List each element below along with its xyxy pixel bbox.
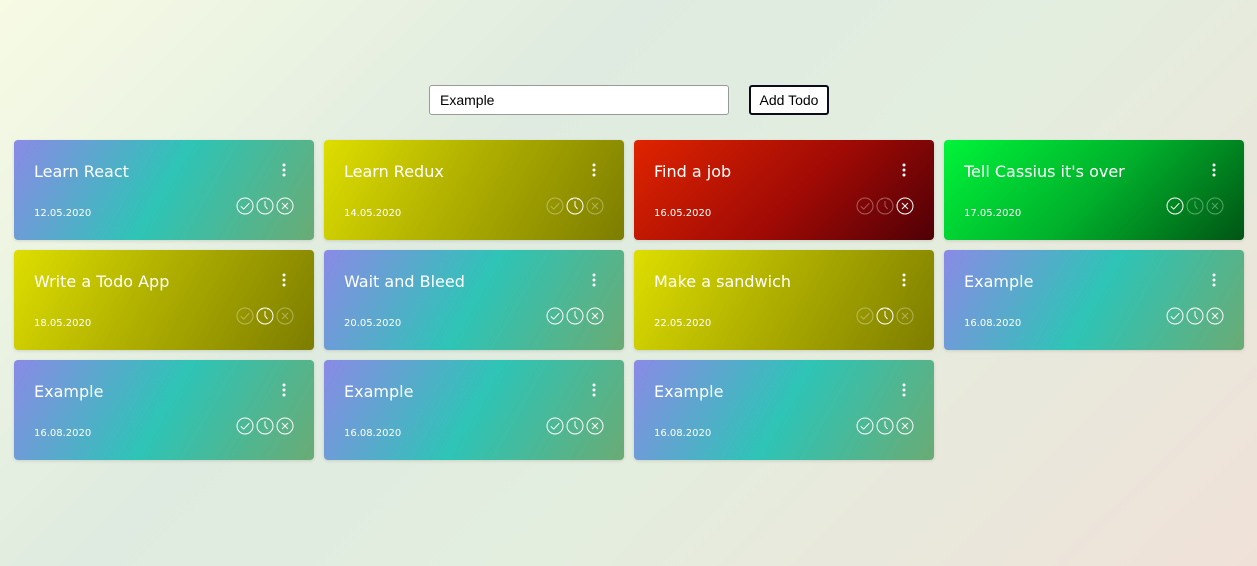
close-circle-icon[interactable]: [585, 306, 605, 326]
check-circle-icon[interactable]: [235, 306, 255, 326]
check-circle-icon[interactable]: [235, 196, 255, 216]
todo-card: Make a sandwich 22.05.2020: [634, 250, 934, 350]
todo-card: Wait and Bleed 20.05.2020: [324, 250, 624, 350]
close-circle-icon[interactable]: [1205, 196, 1225, 216]
close-circle-icon[interactable]: [275, 306, 295, 326]
clock-icon[interactable]: [875, 306, 895, 326]
clock-icon[interactable]: [255, 306, 275, 326]
add-todo-bar: Add Todo: [429, 85, 829, 115]
todo-actions: [545, 196, 605, 216]
todo-card: Example 16.08.2020: [634, 360, 934, 460]
more-options-icon[interactable]: [589, 382, 599, 398]
todo-actions: [235, 416, 295, 436]
todo-actions: [855, 196, 915, 216]
todo-title: Example: [344, 382, 414, 401]
todo-title: Learn React: [34, 162, 129, 181]
todo-actions: [545, 416, 605, 436]
todo-card: Find a job 16.05.2020: [634, 140, 934, 240]
more-options-icon[interactable]: [279, 162, 289, 178]
todo-date: 18.05.2020: [34, 318, 92, 329]
more-options-icon[interactable]: [899, 162, 909, 178]
todo-card: Example 16.08.2020: [324, 360, 624, 460]
todo-actions: [545, 306, 605, 326]
check-circle-icon[interactable]: [1165, 306, 1185, 326]
check-circle-icon[interactable]: [235, 416, 255, 436]
todo-date: 16.05.2020: [654, 208, 712, 219]
more-options-icon[interactable]: [899, 272, 909, 288]
todo-actions: [855, 306, 915, 326]
clock-icon[interactable]: [1185, 196, 1205, 216]
todo-title: Learn Redux: [344, 162, 444, 181]
close-circle-icon[interactable]: [275, 416, 295, 436]
todo-date: 12.05.2020: [34, 208, 92, 219]
todo-date: 16.08.2020: [964, 318, 1022, 329]
todo-date: 16.08.2020: [654, 428, 712, 439]
close-circle-icon[interactable]: [275, 196, 295, 216]
todo-actions: [235, 196, 295, 216]
more-options-icon[interactable]: [1209, 272, 1219, 288]
todo-input[interactable]: [429, 85, 729, 115]
todo-title: Wait and Bleed: [344, 272, 465, 291]
todo-actions: [1165, 306, 1225, 326]
todo-card: Tell Cassius it's over 17.05.2020: [944, 140, 1244, 240]
todo-date: 16.08.2020: [34, 428, 92, 439]
check-circle-icon[interactable]: [545, 306, 565, 326]
close-circle-icon[interactable]: [895, 416, 915, 436]
clock-icon[interactable]: [875, 416, 895, 436]
clock-icon[interactable]: [565, 416, 585, 436]
close-circle-icon[interactable]: [585, 416, 605, 436]
close-circle-icon[interactable]: [585, 196, 605, 216]
todo-date: 17.05.2020: [964, 208, 1022, 219]
check-circle-icon[interactable]: [855, 416, 875, 436]
close-circle-icon[interactable]: [895, 196, 915, 216]
more-options-icon[interactable]: [589, 162, 599, 178]
todo-date: 22.05.2020: [654, 318, 712, 329]
todo-card: Example 16.08.2020: [944, 250, 1244, 350]
todo-date: 16.08.2020: [344, 428, 402, 439]
todo-actions: [1165, 196, 1225, 216]
more-options-icon[interactable]: [899, 382, 909, 398]
todo-title: Write a Todo App: [34, 272, 170, 291]
todo-title: Find a job: [654, 162, 732, 181]
todo-title: Example: [964, 272, 1034, 291]
todo-card: Learn React 12.05.2020: [14, 140, 314, 240]
todo-card: Example 16.08.2020: [14, 360, 314, 460]
more-options-icon[interactable]: [1209, 162, 1219, 178]
check-circle-icon[interactable]: [855, 306, 875, 326]
more-options-icon[interactable]: [279, 382, 289, 398]
add-todo-button[interactable]: Add Todo: [749, 85, 829, 115]
todo-title: Make a sandwich: [654, 272, 792, 291]
check-circle-icon[interactable]: [545, 416, 565, 436]
clock-icon[interactable]: [255, 416, 275, 436]
todo-card: Write a Todo App 18.05.2020: [14, 250, 314, 350]
check-circle-icon[interactable]: [855, 196, 875, 216]
todo-actions: [235, 306, 295, 326]
clock-icon[interactable]: [255, 196, 275, 216]
todo-card: Learn Redux 14.05.2020: [324, 140, 624, 240]
close-circle-icon[interactable]: [1205, 306, 1225, 326]
todo-title: Example: [34, 382, 104, 401]
clock-icon[interactable]: [1185, 306, 1205, 326]
todo-date: 14.05.2020: [344, 208, 402, 219]
check-circle-icon[interactable]: [1165, 196, 1185, 216]
check-circle-icon[interactable]: [545, 196, 565, 216]
more-options-icon[interactable]: [589, 272, 599, 288]
clock-icon[interactable]: [565, 306, 585, 326]
clock-icon[interactable]: [565, 196, 585, 216]
todo-date: 20.05.2020: [344, 318, 402, 329]
todo-title: Example: [654, 382, 724, 401]
clock-icon[interactable]: [875, 196, 895, 216]
todo-title: Tell Cassius it's over: [964, 162, 1125, 181]
todo-actions: [855, 416, 915, 436]
close-circle-icon[interactable]: [895, 306, 915, 326]
more-options-icon[interactable]: [279, 272, 289, 288]
